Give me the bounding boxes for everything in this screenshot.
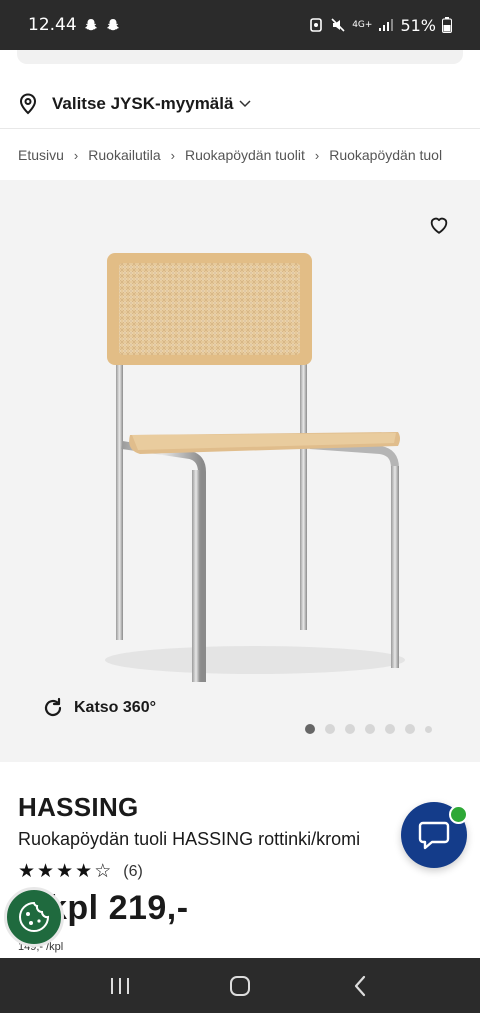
product-name: Ruokapöydän tuoli HASSING rottinki/kromi xyxy=(18,829,361,849)
back-arrow-icon xyxy=(354,975,366,996)
divider xyxy=(0,128,480,129)
status-time: 12.44 xyxy=(28,15,77,35)
gallery-dot[interactable] xyxy=(385,724,395,734)
recent-apps-button[interactable] xyxy=(100,966,140,1006)
view-360-label: Katso 360° xyxy=(74,699,156,716)
system-nav-bar xyxy=(0,958,480,1013)
cookie-icon xyxy=(19,901,50,932)
home-icon xyxy=(230,975,250,996)
search-bar[interactable] xyxy=(17,50,463,64)
star-filled-icon: ★ xyxy=(56,861,74,882)
gallery-dot[interactable] xyxy=(425,725,432,733)
product-rating[interactable]: ★ ★ ★ ★ ☆ (6) xyxy=(18,862,143,881)
star-empty-icon: ☆ xyxy=(94,861,112,882)
gallery-dot[interactable] xyxy=(305,724,315,734)
chevron-right-icon: › xyxy=(73,147,79,163)
chevron-right-icon: › xyxy=(314,147,320,163)
store-selector[interactable]: Valitse JYSK-myymälä xyxy=(18,84,251,124)
breadcrumb: Etusivu › Ruokailutila › Ruokapöydän tuo… xyxy=(18,143,480,167)
chat-bubble-icon xyxy=(418,821,450,850)
home-button[interactable] xyxy=(220,966,260,1006)
recent-apps-icon xyxy=(111,977,129,994)
alarm-icon xyxy=(310,18,322,32)
star-filled-icon: ★ xyxy=(37,861,55,882)
chevron-right-icon: › xyxy=(170,147,175,163)
battery-percent: 51% xyxy=(400,15,436,35)
review-count: (6) xyxy=(123,862,143,880)
gallery-dot[interactable] xyxy=(345,724,355,734)
cookie-settings-button[interactable] xyxy=(4,887,64,947)
status-bar: 12.44 4G+ 51% xyxy=(0,0,480,50)
breadcrumb-item-dining-chairs[interactable]: Ruokapöydän tuolit xyxy=(185,147,305,163)
breadcrumb-item-dining[interactable]: Ruokailutila xyxy=(88,147,160,163)
location-pin-icon xyxy=(19,93,37,115)
product-price: kpl 219,- xyxy=(48,889,189,927)
star-filled-icon: ★ xyxy=(75,861,93,882)
snapchat-icon xyxy=(84,19,97,31)
store-selector-label: Valitse JYSK-myymälä xyxy=(52,94,234,113)
gallery-dot[interactable] xyxy=(325,724,335,734)
mute-icon xyxy=(331,18,345,32)
back-button[interactable] xyxy=(340,966,380,1006)
battery-icon xyxy=(442,17,452,33)
gallery-dot[interactable] xyxy=(405,724,415,734)
breadcrumb-item-home[interactable]: Etusivu xyxy=(18,147,64,163)
gallery-dot[interactable] xyxy=(365,724,375,734)
product-brand: HASSING xyxy=(18,792,139,822)
chevron-down-icon xyxy=(239,100,251,108)
star-filled-icon: ★ xyxy=(18,861,36,882)
view-360-button[interactable]: Katso 360° xyxy=(42,697,156,719)
online-status-badge xyxy=(449,805,468,824)
favorite-heart-icon[interactable] xyxy=(428,214,450,236)
snapchat-icon xyxy=(106,19,119,31)
gallery-pagination xyxy=(305,724,432,734)
breadcrumb-item-current[interactable]: Ruokapöydän tuol xyxy=(329,147,442,163)
network-type: 4G+ xyxy=(352,20,373,30)
rotate-icon xyxy=(44,697,62,717)
signal-icon xyxy=(379,19,394,31)
product-image xyxy=(105,253,405,682)
